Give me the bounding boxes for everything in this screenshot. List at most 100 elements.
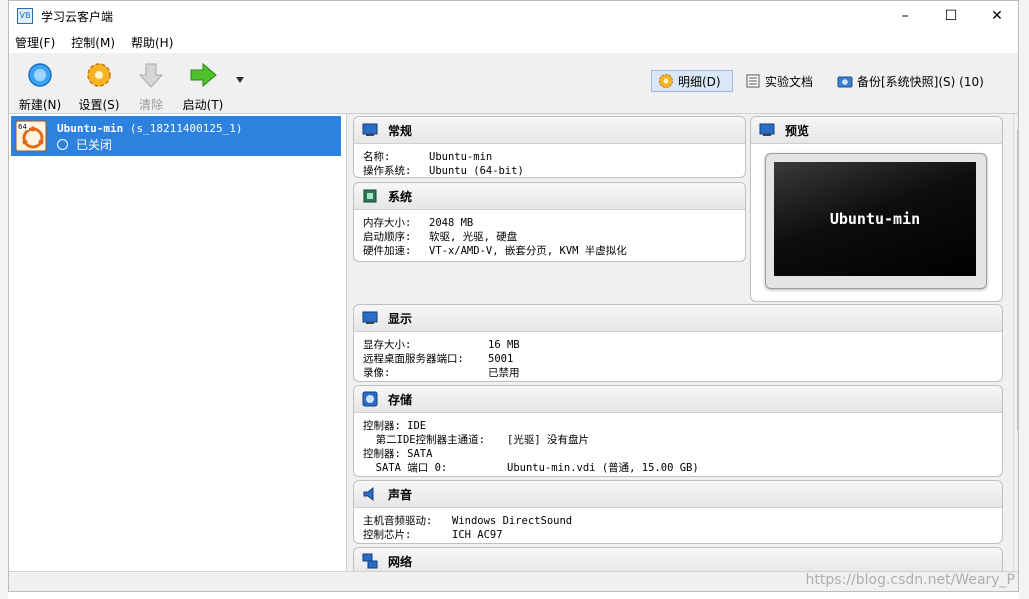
system-card: 系统 内存大小: 2048 MB 启动顺序: 软驱, 光驱, 硬盘 硬件加速: VT-… bbox=[353, 182, 746, 262]
storage-device-label: 第二IDE控制器主通道: bbox=[363, 434, 485, 446]
maximize-button[interactable]: ☐ bbox=[928, 1, 974, 31]
general-card: 常规 名称: Ubuntu-min 操作系统: Ubuntu (64-bit) bbox=[353, 116, 746, 178]
background-edge-right bbox=[1019, 0, 1029, 599]
network-card: 网络 bbox=[353, 547, 1003, 571]
network-header[interactable]: 网络 bbox=[354, 548, 1002, 571]
display-rdp-label: 远程桌面服务器端口: bbox=[363, 353, 464, 365]
network-icon bbox=[362, 553, 378, 569]
scrollbar-thumb[interactable] bbox=[1017, 130, 1018, 430]
general-body: 名称: Ubuntu-min 操作系统: Ubuntu (64-bit) bbox=[354, 144, 745, 177]
os-bitness-badge: 64 bbox=[18, 123, 27, 131]
preview-frame: Ubuntu-min bbox=[765, 153, 987, 289]
vm-id: (s_18211400125_1) bbox=[129, 122, 243, 135]
audio-card: 声音 主机音频驱动: Windows DirectSound 控制芯片: ICH A… bbox=[353, 480, 1003, 544]
docs-button[interactable]: 实验文档 bbox=[739, 70, 819, 92]
details-button[interactable]: 明细(D) bbox=[651, 70, 733, 92]
vm-name-line: Ubuntu-min (s_18211400125_1) bbox=[57, 122, 242, 135]
monitor-icon bbox=[362, 123, 378, 136]
vm-state: 已关闭 bbox=[57, 136, 112, 153]
preview-screen: Ubuntu-min bbox=[774, 162, 976, 276]
power-off-icon bbox=[57, 139, 68, 150]
discard-button[interactable]: 清除 bbox=[123, 61, 179, 113]
snapshots-button[interactable]: 备份[系统快照](S) (10) bbox=[831, 70, 990, 92]
system-row: 硬件加速: VT-x/AMD-V, 嵌套分页, KVM 半虚拟化 bbox=[363, 244, 736, 258]
storage-title: 存储 bbox=[388, 392, 413, 407]
network-title: 网络 bbox=[388, 554, 413, 569]
menu-control[interactable]: 控制(M) bbox=[71, 34, 115, 51]
display-header[interactable]: 显示 bbox=[354, 305, 1002, 332]
audio-header[interactable]: 声音 bbox=[354, 481, 1002, 508]
new-label: 新建(N) bbox=[18, 98, 62, 112]
system-accel-value: VT-x/AMD-V, 嵌套分页, KVM 半虚拟化 bbox=[429, 245, 627, 257]
general-name-label: 名称: bbox=[363, 151, 391, 163]
storage-device-value: Ubuntu-min.vdi (普通, 15.00 GB) bbox=[507, 462, 699, 474]
watermark-text: https://blog.csdn.net/Weary_P bbox=[805, 572, 1015, 588]
storage-row: 第二IDE控制器主通道: [光驱] 没有盘片 bbox=[363, 433, 993, 447]
settings-button[interactable]: 设置(S) bbox=[71, 61, 127, 113]
details-pane: 常规 名称: Ubuntu-min 操作系统: Ubuntu (64-bit) 系统… bbox=[347, 114, 1013, 571]
display-row: 录像: 已禁用 bbox=[363, 366, 993, 380]
minimize-button[interactable]: – bbox=[882, 1, 928, 31]
storage-controller: 控制器: SATA bbox=[363, 448, 433, 460]
chip-icon bbox=[363, 189, 377, 203]
system-mem-label: 内存大小: bbox=[363, 217, 412, 229]
camera-icon bbox=[837, 76, 853, 88]
snapshots-label: 备份[系统快照](S) (10) bbox=[857, 74, 984, 89]
menu-help[interactable]: 帮助(H) bbox=[131, 34, 173, 51]
start-label: 启动(T) bbox=[182, 98, 224, 112]
arrow-down-icon bbox=[138, 63, 164, 88]
general-row: 名称: Ubuntu-min bbox=[363, 150, 736, 164]
display-rec-label: 录像: bbox=[363, 367, 391, 379]
display-vram-label: 显存大小: bbox=[363, 339, 412, 351]
audio-driver-value: Windows DirectSound bbox=[452, 515, 573, 527]
audio-driver-label: 主机音频驱动: bbox=[363, 515, 433, 527]
system-body: 内存大小: 2048 MB 启动顺序: 软驱, 光驱, 硬盘 硬件加速: VT-x/A… bbox=[354, 210, 745, 258]
audio-chip-value: ICH AC97 bbox=[452, 529, 503, 541]
details-label: 明细(D) bbox=[678, 74, 721, 89]
start-button[interactable]: 启动(T) bbox=[175, 61, 231, 113]
speaker-icon bbox=[363, 486, 374, 502]
display-rdp-value: 5001 bbox=[488, 353, 514, 365]
audio-title: 声音 bbox=[388, 487, 413, 502]
audio-body: 主机音频驱动: Windows DirectSound 控制芯片: ICH AC97 bbox=[354, 508, 1002, 542]
display-vram-value: 16 MB bbox=[488, 339, 520, 351]
display-body: 显存大小: 16 MB 远程桌面服务器端口: 5001 录像: 已禁用 bbox=[354, 332, 1002, 380]
vm-list: 64 Ubuntu-min (s_18211400125_1) 已关闭 bbox=[9, 114, 347, 571]
preview-card: 预览 Ubuntu-min bbox=[750, 116, 1003, 302]
new-icon bbox=[28, 63, 52, 87]
display-icon bbox=[362, 311, 378, 324]
chevron-down-icon[interactable] bbox=[235, 76, 245, 84]
new-button[interactable]: 新建(N) bbox=[12, 61, 68, 113]
menu-manage[interactable]: 管理(F) bbox=[15, 34, 55, 51]
docs-label: 实验文档 bbox=[765, 74, 814, 89]
ubuntu-os-icon: 64 bbox=[15, 120, 47, 152]
system-row: 启动顺序: 软驱, 光驱, 硬盘 bbox=[363, 230, 736, 244]
vm-state-label: 已关闭 bbox=[76, 138, 113, 152]
app-icon: VB bbox=[17, 8, 33, 24]
gear-icon bbox=[659, 74, 673, 88]
title-bar: VB 学习云客户端 – ☐ ✕ bbox=[9, 1, 1018, 31]
general-row: 操作系统: Ubuntu (64-bit) bbox=[363, 164, 736, 177]
display-title: 显示 bbox=[388, 311, 413, 326]
general-os-label: 操作系统: bbox=[363, 165, 412, 177]
monitor-icon bbox=[759, 123, 775, 136]
window-title: 学习云客户端 bbox=[41, 9, 114, 24]
storage-body: 控制器: IDE 第二IDE控制器主通道: [光驱] 没有盘片 控制器: SATA… bbox=[354, 413, 1002, 475]
vm-list-item[interactable]: 64 Ubuntu-min (s_18211400125_1) 已关闭 bbox=[11, 116, 341, 156]
details-scrollbar[interactable] bbox=[1013, 114, 1018, 571]
storage-header[interactable]: 存储 bbox=[354, 386, 1002, 413]
storage-controller: 控制器: IDE bbox=[363, 420, 427, 432]
storage-row: SATA 端口 0: Ubuntu-min.vdi (普通, 15.00 GB) bbox=[363, 461, 993, 475]
system-title: 系统 bbox=[388, 189, 413, 204]
general-header[interactable]: 常规 bbox=[354, 117, 745, 144]
close-button[interactable]: ✕ bbox=[974, 1, 1018, 31]
system-row: 内存大小: 2048 MB bbox=[363, 216, 736, 230]
menu-bar: 管理(F) 控制(M) 帮助(H) bbox=[9, 31, 1018, 53]
system-header[interactable]: 系统 bbox=[354, 183, 745, 210]
preview-header[interactable]: 预览 bbox=[751, 117, 1002, 144]
background-edge-left bbox=[0, 0, 8, 599]
system-boot-value: 软驱, 光驱, 硬盘 bbox=[429, 231, 518, 243]
general-name-value: Ubuntu-min bbox=[429, 151, 493, 163]
storage-device-label: SATA 端口 0: bbox=[363, 462, 448, 474]
settings-label: 设置(S) bbox=[78, 98, 120, 112]
